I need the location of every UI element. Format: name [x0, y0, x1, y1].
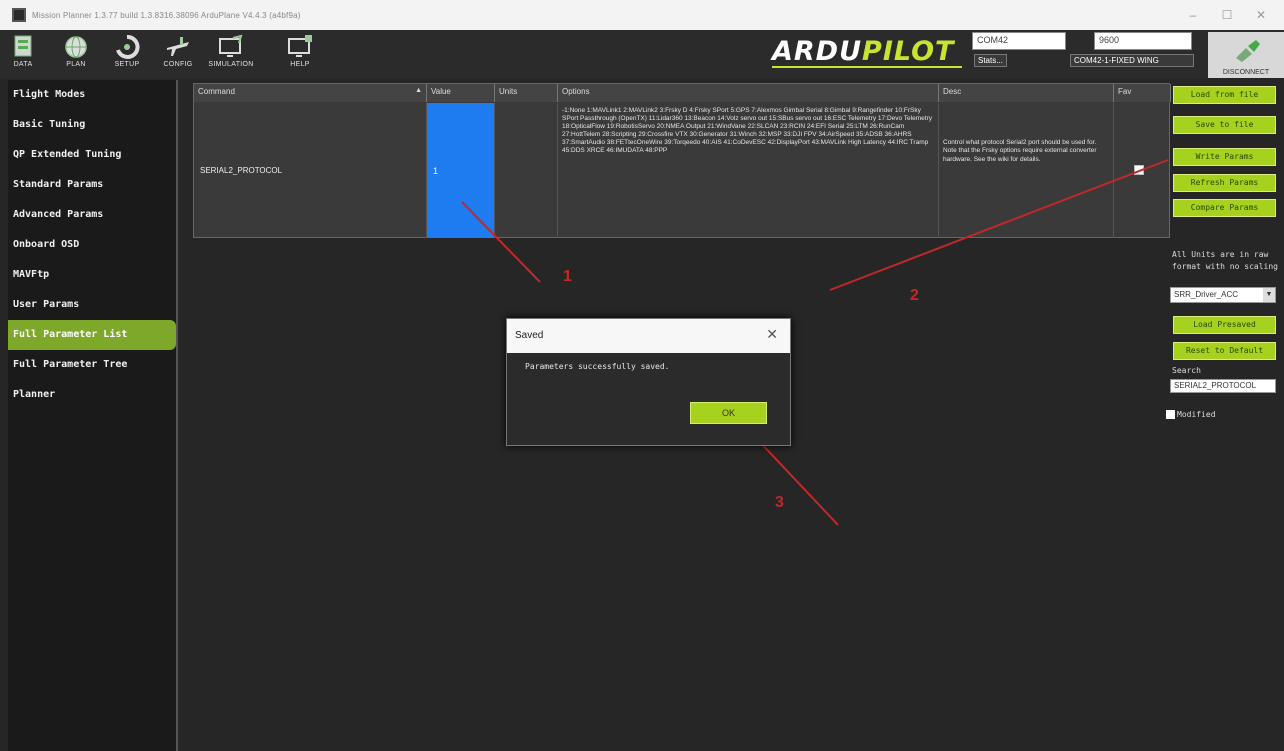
annotation-arrow-2 — [829, 159, 1169, 291]
annotation-arrow-1 — [461, 201, 541, 283]
ok-button[interactable]: OK — [690, 402, 767, 424]
close-icon[interactable]: ✕ — [766, 326, 778, 343]
annotation-marker-1: 1 — [563, 268, 572, 285]
annotation-arrow-3 — [757, 439, 839, 526]
dialog-title-bar: Saved ✕ — [507, 319, 790, 353]
saved-dialog: Saved ✕ Parameters successfully saved. O… — [506, 318, 791, 446]
dialog-message: Parameters successfully saved. — [525, 362, 670, 371]
annotation-marker-3: 3 — [775, 494, 784, 511]
mission-planner-window: Mission Planner 1.3.77 build 1.3.8316.38… — [0, 0, 1284, 751]
annotation-marker-2: 2 — [910, 287, 919, 304]
dialog-title: Saved — [515, 330, 544, 341]
